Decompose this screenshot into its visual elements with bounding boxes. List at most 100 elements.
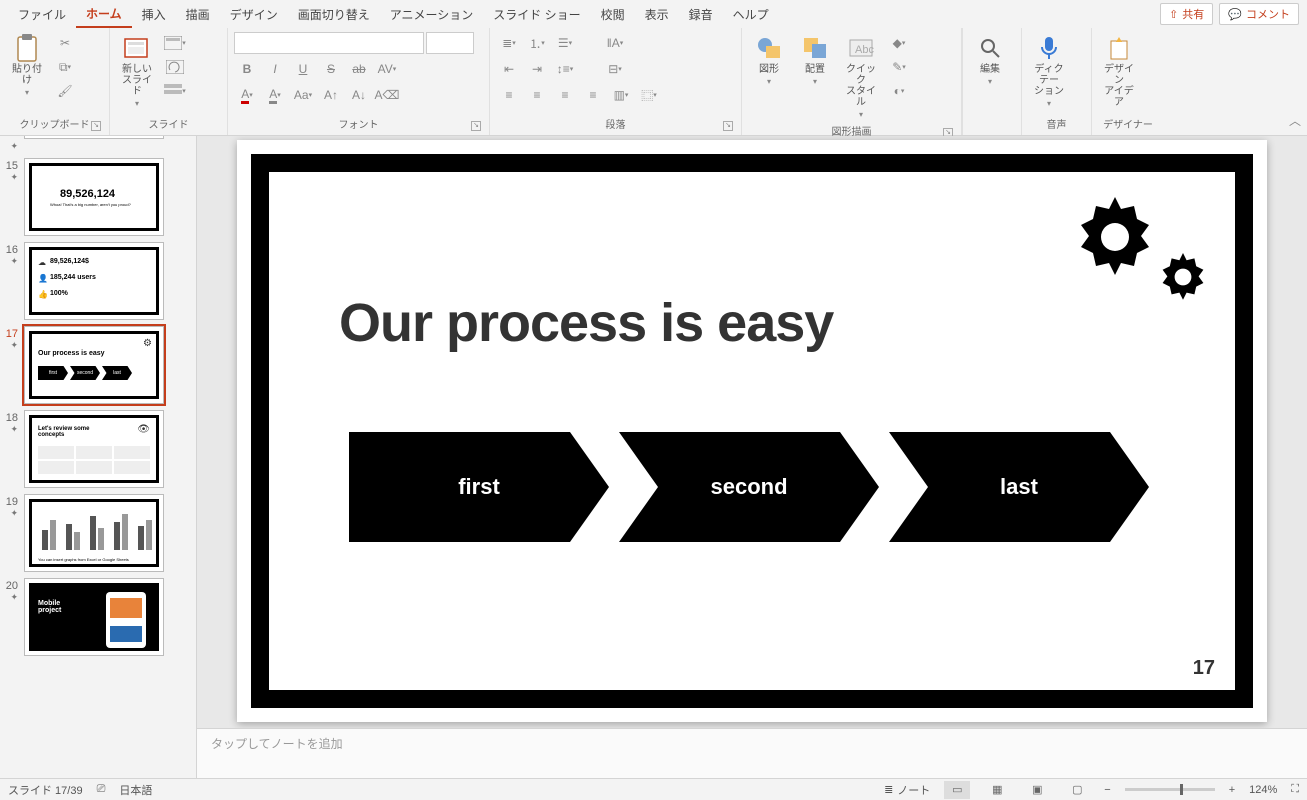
- grow-font-button[interactable]: A↑: [318, 84, 344, 106]
- italic-button[interactable]: I: [262, 58, 288, 80]
- columns-button[interactable]: ▥▾: [608, 84, 634, 106]
- shapes-button[interactable]: 図形▾: [748, 32, 790, 88]
- zoom-value[interactable]: 124%: [1249, 784, 1277, 796]
- dialog-launcher-icon[interactable]: ↘: [91, 121, 101, 131]
- zoom-knob[interactable]: [1180, 784, 1183, 795]
- normal-view-icon: ▭: [952, 783, 962, 796]
- new-slide-button[interactable]: 新しい スライド ▾: [116, 32, 158, 110]
- double-strike-button[interactable]: ab: [346, 58, 372, 80]
- share-button[interactable]: ⇧共有: [1160, 3, 1213, 25]
- group-label-voice: 音声: [1028, 114, 1085, 135]
- format-painter-button[interactable]: 🖌: [52, 80, 78, 102]
- dictate-button[interactable]: ディクテー ション▾: [1028, 32, 1070, 110]
- list-level-button[interactable]: ☰▾: [552, 32, 578, 54]
- status-slide: スライド 17/39: [8, 782, 83, 798]
- tab-record[interactable]: 録音: [679, 2, 723, 27]
- fit-window-button[interactable]: ⛶: [1291, 783, 1299, 796]
- thumb-slide-14[interactable]: [24, 136, 164, 139]
- fill-icon: ◆: [893, 36, 902, 50]
- font-size-input[interactable]: [426, 32, 474, 54]
- char-spacing-button[interactable]: AV▾: [374, 58, 400, 80]
- notes-toggle[interactable]: ≣ノート: [884, 782, 930, 798]
- bold-button[interactable]: B: [234, 58, 260, 80]
- design-ideas-button[interactable]: デザイン アイデア: [1098, 32, 1140, 110]
- reading-view-button[interactable]: ▣: [1024, 781, 1050, 799]
- gears-icon[interactable]: [1065, 192, 1205, 305]
- arrow-second[interactable]: second: [619, 432, 879, 542]
- thumb-slide-19[interactable]: You can insert graphs from Excel or Goog…: [24, 494, 164, 572]
- quick-styles-button[interactable]: Abc クイック スタイル▾: [840, 32, 882, 121]
- thumb-slide-17[interactable]: ⚙ Our process is easy first second last: [24, 326, 164, 404]
- highlight-button[interactable]: A▾: [262, 84, 288, 106]
- tab-home[interactable]: ホーム: [76, 1, 132, 28]
- strike-button[interactable]: S: [318, 58, 344, 80]
- status-language[interactable]: 日本語: [119, 782, 152, 798]
- arrow-last[interactable]: last: [889, 432, 1149, 542]
- smartart-button[interactable]: ⿴▾: [636, 84, 662, 106]
- paste-button[interactable]: 貼り付け ▾: [6, 32, 48, 99]
- tab-review[interactable]: 校閲: [591, 2, 635, 27]
- change-case-button[interactable]: Aa▾: [290, 84, 316, 106]
- font-family-input[interactable]: [234, 32, 424, 54]
- shape-outline-button[interactable]: ✎▾: [886, 56, 912, 78]
- justify-button[interactable]: ≡: [580, 84, 606, 106]
- shape-effects-button[interactable]: ◐▾: [886, 80, 912, 102]
- thumb-slide-18[interactable]: 👁 Let's review some concepts: [24, 410, 164, 488]
- tab-slideshow[interactable]: スライド ショー: [483, 2, 590, 27]
- editing-button[interactable]: 編集▾: [969, 32, 1011, 88]
- line-spacing-button[interactable]: ↕≡▾: [552, 58, 578, 80]
- text-direction-button[interactable]: ‖A▾: [602, 32, 628, 54]
- tab-animations[interactable]: アニメーション: [380, 2, 484, 27]
- copy-button[interactable]: ⧉▾: [52, 56, 78, 78]
- tab-design[interactable]: デザイン: [220, 2, 288, 27]
- status-bar: スライド 17/39 ⎚ 日本語 ≣ノート ▭ ▦ ▣ ▢ − + 124% ⛶: [0, 778, 1307, 800]
- align-left-button[interactable]: ≡: [496, 84, 522, 106]
- tab-file[interactable]: ファイル: [8, 2, 76, 27]
- microphone-icon: [1035, 34, 1063, 62]
- font-color-button[interactable]: A▾: [234, 84, 260, 106]
- section-button[interactable]: ▾: [162, 80, 188, 102]
- align-center-button[interactable]: ≡: [524, 84, 550, 106]
- comment-button[interactable]: 💬コメント: [1219, 3, 1299, 25]
- slide-thumbnails[interactable]: ✦ 15✦ 89,526,124 Whoa! That's a big numb…: [0, 136, 197, 778]
- reset-button[interactable]: [162, 56, 188, 78]
- zoom-out-button[interactable]: −: [1104, 784, 1110, 796]
- arrow-first[interactable]: first: [349, 432, 609, 542]
- zoom-in-button[interactable]: +: [1229, 784, 1235, 796]
- dec-indent-button[interactable]: ⇤: [496, 58, 522, 80]
- sorter-view-button[interactable]: ▦: [984, 781, 1010, 799]
- align-text-button[interactable]: ⊟▾: [602, 58, 628, 80]
- slide-canvas[interactable]: Our process is easy f: [237, 140, 1267, 722]
- cut-button[interactable]: ✂: [52, 32, 78, 54]
- accessibility-icon[interactable]: ⎚: [97, 783, 106, 796]
- tab-transitions[interactable]: 画面切り替え: [288, 2, 380, 27]
- slide-editor[interactable]: Our process is easy f: [197, 136, 1307, 778]
- tab-insert[interactable]: 挿入: [132, 2, 176, 27]
- underline-icon: U: [299, 62, 308, 76]
- shrink-font-button[interactable]: A↓: [346, 84, 372, 106]
- dialog-launcher-icon[interactable]: ↘: [723, 121, 733, 131]
- arrange-button[interactable]: 配置▾: [794, 32, 836, 88]
- normal-view-button[interactable]: ▭: [944, 781, 970, 799]
- slide-title[interactable]: Our process is easy: [339, 292, 833, 354]
- process-arrows[interactable]: first second last: [349, 432, 1149, 542]
- tab-draw[interactable]: 描画: [176, 2, 220, 27]
- inc-indent-button[interactable]: ⇥: [524, 58, 550, 80]
- collapse-ribbon-button[interactable]: ︿: [1289, 112, 1301, 129]
- numbering-button[interactable]: ⒈▾: [524, 32, 550, 54]
- dialog-launcher-icon[interactable]: ↘: [471, 121, 481, 131]
- layout-button[interactable]: ▾: [162, 32, 188, 54]
- tab-view[interactable]: 表示: [635, 2, 679, 27]
- align-right-button[interactable]: ≡: [552, 84, 578, 106]
- clear-format-button[interactable]: A⌫: [374, 84, 400, 106]
- thumb-slide-20[interactable]: Mobile project: [24, 578, 164, 656]
- align-text-icon: ⊟: [608, 62, 618, 76]
- underline-button[interactable]: U: [290, 58, 316, 80]
- shape-fill-button[interactable]: ◆▾: [886, 32, 912, 54]
- bullets-button[interactable]: ≣▾: [496, 32, 522, 54]
- tab-help[interactable]: ヘルプ: [723, 2, 779, 27]
- slideshow-view-button[interactable]: ▢: [1064, 781, 1090, 799]
- thumb-slide-15[interactable]: 89,526,124 Whoa! That's a big number, ar…: [24, 158, 164, 236]
- zoom-slider[interactable]: [1125, 788, 1215, 791]
- thumb-slide-16[interactable]: 89,526,124$ 185,244 users 100% ☁ 👤 👍: [24, 242, 164, 320]
